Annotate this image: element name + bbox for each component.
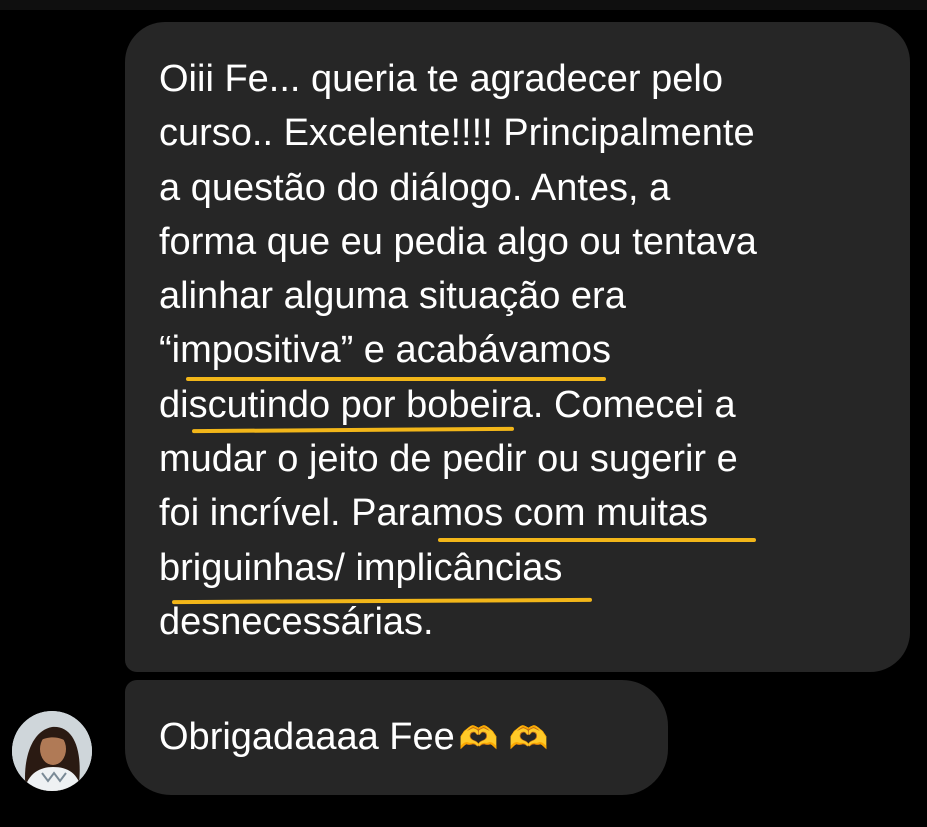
message-line: Oiii Fe... queria te agradecer pelo [159, 58, 723, 100]
highlight-underline [186, 377, 606, 381]
highlight-underline [438, 538, 756, 542]
top-divider [0, 0, 927, 10]
message-line: alinhar alguma situação era [159, 275, 626, 318]
heart-hands-icon: 🫶 🫶 [458, 718, 549, 757]
message-line: mudar o jeito de pedir ou sugerir e [159, 438, 738, 481]
message-line: “impositiva” e acabávamos [159, 329, 611, 372]
message-text: Obrigadaaaa Fee [159, 716, 455, 758]
message-line: discutindo por bobeira. Comecei a [159, 383, 736, 426]
message-line: forma que eu pedia algo ou tentava [159, 220, 757, 263]
message-line: a questão do diálogo. Antes, a [159, 166, 671, 209]
message-line: briguinhas/ implicâncias [159, 546, 563, 589]
received-message-bubble[interactable]: Obrigadaaaa Fee 🫶 🫶 [125, 680, 668, 795]
received-message-bubble[interactable]: Oiii Fe... queria te agradecer pelo curs… [125, 22, 910, 672]
message-line: curso.. Excelente!!!! Principalmente [159, 112, 755, 155]
avatar[interactable] [12, 711, 92, 791]
avatar-photo [12, 711, 92, 791]
message-line: foi incrível. Paramos com muitas [159, 492, 709, 535]
